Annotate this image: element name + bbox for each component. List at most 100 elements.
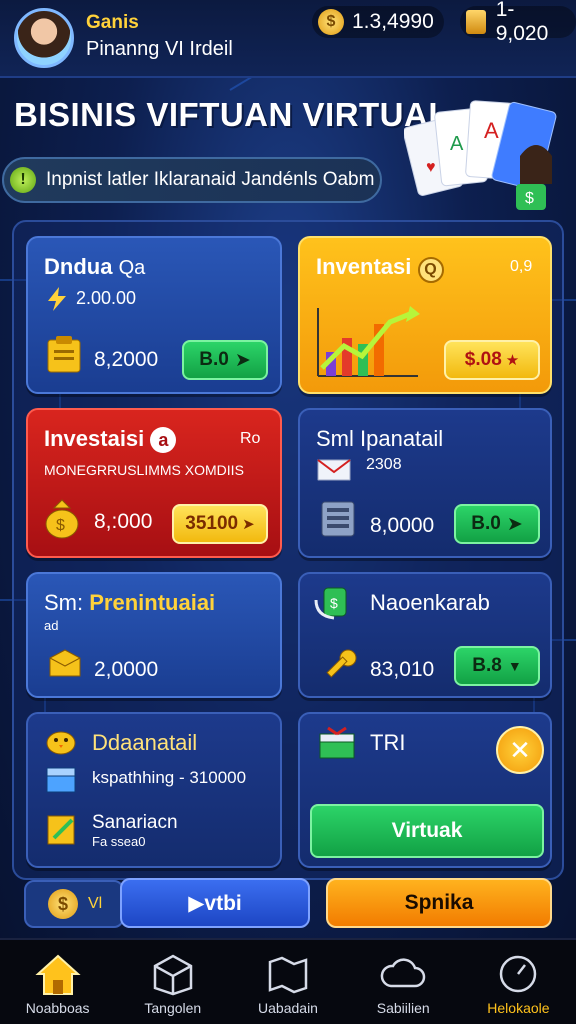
card-title: Ddaanatail	[92, 730, 198, 755]
nav-label: Tangolen	[144, 1000, 202, 1016]
svg-text:$: $	[525, 190, 534, 207]
nav-label: Uabadain	[258, 1000, 318, 1016]
coin-badge-icon: Q	[417, 257, 444, 283]
dollar-coin-icon: $	[48, 889, 78, 919]
nav-label: Noabboas	[25, 1000, 90, 1016]
card-title: Dndua Qa	[44, 254, 146, 279]
play-button[interactable]: ▶vtbi	[120, 878, 310, 928]
card-title: Investaisi a	[44, 426, 177, 453]
card-amount: 83,010	[370, 658, 435, 681]
card-line-4: Fa ssea0	[92, 834, 146, 849]
collect-button[interactable]: B.0 ➤	[182, 340, 268, 380]
card-title: Naoenkarab	[370, 590, 490, 615]
playing-cards-illustration: A A ♥ $	[404, 100, 557, 210]
box-icon	[153, 954, 193, 996]
card-corner-value: Ro	[240, 430, 261, 447]
avatar[interactable]	[14, 8, 74, 68]
package-icon	[46, 767, 76, 793]
card-subtitle: MONEGRRUSLIMMS XOMDIIS	[44, 462, 244, 478]
collect-button[interactable]: B.8 ▼	[454, 646, 540, 686]
svg-text:♥: ♥	[426, 159, 436, 176]
business-card-dndua[interactable]: Dndua Qa 2.00.00 8,2000 B.0 ➤	[26, 236, 282, 394]
info-icon: !	[10, 167, 36, 193]
business-card-tri[interactable]: TRI ✕ Virtuak	[298, 712, 552, 868]
arrow-right-icon: ➤	[506, 513, 523, 535]
arrow-right-icon: ➤	[234, 349, 251, 371]
nav-item-compass[interactable]: Helokaole	[461, 940, 576, 1024]
chevron-down-icon: ▼	[507, 658, 522, 674]
card-line-2: kspathhing - 310000	[92, 768, 247, 787]
collect-button-label: B.8	[472, 655, 502, 676]
top-bar: Ganis Pinanng VI Irdeil $ 1.3,4990 1-9,0…	[0, 0, 576, 78]
card-amount: 8,0000	[370, 514, 435, 537]
lightning-icon	[48, 287, 66, 311]
gold-balance-value: 1-9,020	[495, 0, 549, 45]
document-pen-icon	[47, 815, 75, 845]
nav-item-home[interactable]: Noabboas	[0, 940, 115, 1024]
business-card-inventasi[interactable]: Inventasi Q 0,9 $.08 ★	[298, 236, 552, 394]
gold-balance[interactable]: 1-9,020	[460, 0, 576, 45]
nav-item-box[interactable]: Tangolen	[115, 940, 230, 1024]
money-bag-icon: $	[45, 499, 79, 539]
coin-balance[interactable]: $ 1.3,4990	[312, 6, 444, 38]
info-banner[interactable]: ! Inpnist latler Iklaranaid Jandénls Oab…	[2, 157, 382, 203]
collect-button-label: B.0	[199, 349, 229, 370]
nav-label: Sabiilien	[376, 1000, 430, 1016]
card-subtitle: ad	[44, 618, 59, 633]
gold-bar-icon	[466, 10, 486, 34]
business-card-ddaanatail[interactable]: Ddaanatail kspathhing - 310000 Sanariacn…	[26, 712, 282, 868]
card-title: Sm: Prenintuaiai	[44, 590, 216, 615]
map-icon	[268, 956, 308, 994]
svg-text:$: $	[56, 517, 65, 534]
card-line-3: Sanariacn	[92, 812, 178, 833]
card-amount: 2,0000	[94, 658, 159, 681]
spin-button[interactable]: Spnika	[326, 878, 552, 928]
card-amount: 8,:000	[94, 510, 153, 533]
gift-box-icon	[319, 726, 355, 759]
arrow-right-icon: ➤	[242, 516, 255, 533]
close-icon[interactable]: ✕	[496, 726, 544, 774]
card-rate: 2308	[366, 456, 402, 473]
home-icon	[34, 954, 81, 995]
server-icon	[321, 501, 355, 537]
collect-button-label: 35100	[185, 513, 239, 534]
nav-item-map[interactable]: Uabadain	[230, 940, 345, 1024]
card-amount: 8,2000	[94, 348, 159, 371]
business-grid: Dndua Qa 2.00.00 8,2000 B.0 ➤ Inventasi …	[12, 220, 564, 880]
svg-text:$: $	[330, 595, 338, 611]
business-card-prenintuaiai[interactable]: Sm: Prenintuaiai ad 2,0000	[26, 572, 282, 698]
collect-button[interactable]: 35100 ➤	[172, 504, 268, 544]
player-label: Ganis	[86, 12, 139, 33]
compass-icon	[500, 955, 537, 993]
business-card-naoenkarab[interactable]: $ Naoenkarab 83,010 B.8 ▼	[298, 572, 552, 698]
nav-label: Helokaole	[487, 1000, 550, 1016]
svg-text:A: A	[484, 118, 499, 143]
coin-balance-value: 1.3,4990	[352, 10, 434, 33]
coin-shortcut-label: Vl	[88, 895, 103, 912]
phone-money-icon: $	[314, 587, 347, 620]
nav-item-cloud[interactable]: Sabiilien	[346, 940, 461, 1024]
envelope-icon	[317, 459, 351, 481]
card-rate: 2.00.00	[76, 288, 137, 308]
virtual-action-button[interactable]: Virtuak	[310, 804, 544, 858]
card-corner-value: 0,9	[510, 258, 533, 275]
business-card-ipanatail[interactable]: Sml Ipanatail 2308 8,0000 B.0 ➤	[298, 408, 552, 558]
key-icon	[326, 649, 357, 678]
growth-chart-icon	[317, 306, 420, 377]
card-title: Sml Ipanatail	[316, 426, 444, 451]
collect-button[interactable]: B.0 ➤	[454, 504, 540, 544]
badge-icon: a	[150, 427, 177, 453]
business-card-investaisi[interactable]: Investaisi a Ro MONEGRRUSLIMMS XOMDIIS $…	[26, 408, 282, 558]
box-icon	[49, 649, 81, 677]
collect-button[interactable]: $.08 ★	[444, 340, 540, 380]
collect-button-label: B.0	[471, 513, 501, 534]
card-title: TRI	[370, 730, 406, 755]
clipboard-icon	[47, 336, 81, 373]
chick-icon	[46, 731, 76, 755]
star-icon: ★	[505, 352, 520, 369]
bottom-nav: Noabboas Tangolen Uabadain Sabiilien Hel…	[0, 938, 576, 1024]
cloud-icon	[380, 958, 426, 988]
coin-shortcut[interactable]: $ Vl	[24, 880, 124, 928]
info-banner-text: Inpnist latler Iklaranaid Jandénls Oabm	[46, 169, 375, 190]
page-title: BISINIS VIFTUAN VIRTUAL	[14, 96, 450, 133]
